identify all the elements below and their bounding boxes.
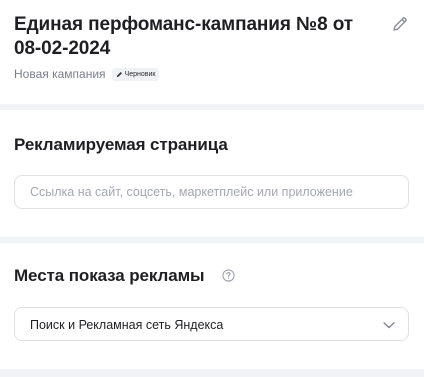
advertised-page-title: Рекламируемая страница (14, 135, 228, 154)
advertised-page-card: Рекламируемая страница (0, 110, 424, 237)
status-badge: Черновик (111, 67, 160, 81)
campaign-title: Единая перфоманс-кампания №8 от 08-02-20… (14, 14, 354, 59)
status-badge-label: Черновик (124, 70, 156, 78)
campaign-subtitle: Новая кампания (14, 67, 106, 81)
ad-placements-title: Места показа рекламы (14, 266, 205, 285)
ad-placements-card: Места показа рекламы Поиск и Рекламная с… (0, 243, 424, 369)
question-circle-icon[interactable] (222, 269, 235, 282)
pencil-icon[interactable] (390, 14, 410, 34)
campaign-header-card: Единая перфоманс-кампания №8 от 08-02-20… (0, 0, 424, 104)
ad-placements-selected-value: Поиск и Рекламная сеть Яндекса (30, 318, 224, 332)
page-url-input[interactable] (14, 175, 409, 209)
pencil-icon (116, 71, 122, 77)
ad-placements-select[interactable]: Поиск и Рекламная сеть Яндекса (14, 307, 409, 341)
campaign-status-row: Новая кампания Черновик (14, 66, 160, 82)
chevron-down-icon (383, 322, 395, 329)
